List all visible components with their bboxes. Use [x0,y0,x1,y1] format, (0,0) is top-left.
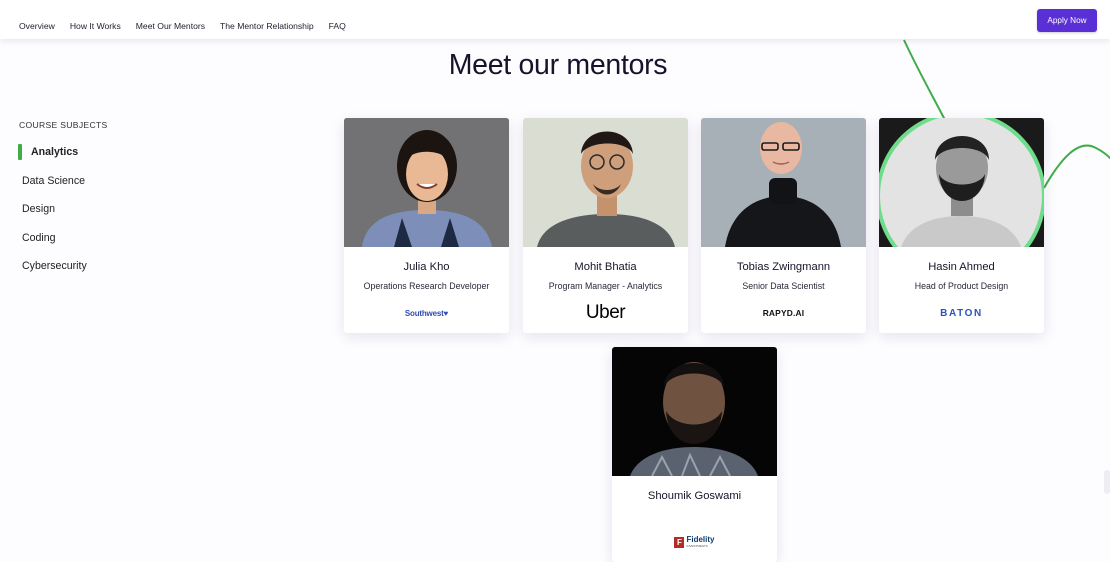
mentor-photo [612,347,777,476]
mentor-photo [879,118,1044,247]
course-subjects-heading: COURSE SUBJECTS [19,120,108,130]
nav-link-meet-our-mentors[interactable]: Meet Our Mentors [136,21,205,31]
mentor-card[interactable]: Shoumik Goswami F Fidelity INVESTMENTS [612,347,777,562]
southwest-logo-text: Southwest [404,308,444,318]
mentor-card[interactable]: Mohit Bhatia Program Manager - Analytics… [523,118,688,333]
nav-link-overview[interactable]: Overview [19,21,55,31]
mentor-name: Julia Kho [403,261,450,273]
apply-now-button[interactable]: Apply Now [1037,9,1097,32]
fidelity-logo-subtext: INVESTMENTS [686,544,708,548]
mentor-name: Shoumik Goswami [647,490,742,502]
mentor-photo [523,118,688,247]
course-subjects-list: Analytics Data Science Design Coding Cyb… [18,144,87,287]
nav-link-how-it-works[interactable]: How It Works [70,21,121,31]
nav-link-faq[interactable]: FAQ [329,21,346,31]
scroll-indicator[interactable] [1104,470,1110,494]
mentor-name: Hasin Ahmed [928,261,995,273]
mentor-name: Tobias Zwingmann [736,261,831,273]
mentor-name: Mohit Bhatia [574,261,637,273]
mentor-photo [701,118,866,247]
subject-item-data-science[interactable]: Data Science [18,173,87,189]
mentor-card[interactable]: Hasin Ahmed Head of Product Design BATON [879,118,1044,333]
mentor-card[interactable]: Julia Kho Operations Research Developer … [344,118,509,333]
top-navigation: Overview How It Works Meet Our Mentors T… [0,0,1110,39]
company-logo-rapyd: RAPYD.AI [701,302,866,324]
rapyd-logo-text: RAPYD.AI [762,308,805,318]
heart-icon: ♥ [443,308,449,318]
company-logo-uber: Uber [523,302,688,324]
mentor-role: Senior Data Scientist [742,281,825,291]
subject-item-design[interactable]: Design [18,201,87,217]
mentor-role: Program Manager - Analytics [548,281,663,291]
mentor-card[interactable]: Tobias Zwingmann Senior Data Scientist R… [701,118,866,333]
uber-logo-text: Uber [585,302,626,323]
mentor-photo [344,118,509,247]
nav-links: Overview How It Works Meet Our Mentors T… [19,21,346,31]
subject-item-coding[interactable]: Coding [18,230,87,246]
company-logo-southwest: Southwest ♥ [344,302,509,324]
mentor-role: Operations Research Developer [363,281,490,291]
fidelity-logo-text: Fidelity [686,535,715,544]
subject-item-analytics[interactable]: Analytics [18,144,87,160]
nav-link-mentor-relationship[interactable]: The Mentor Relationship [220,21,314,31]
company-logo-fidelity: F Fidelity INVESTMENTS [612,531,777,553]
page-title: Meet our mentors [448,49,668,81]
baton-logo-text: BATON [940,307,983,319]
subject-item-cybersecurity[interactable]: Cybersecurity [18,258,87,274]
fidelity-mark-icon: F [674,536,685,548]
mentor-role: Head of Product Design [914,281,1009,291]
company-logo-baton: BATON [879,302,1044,324]
